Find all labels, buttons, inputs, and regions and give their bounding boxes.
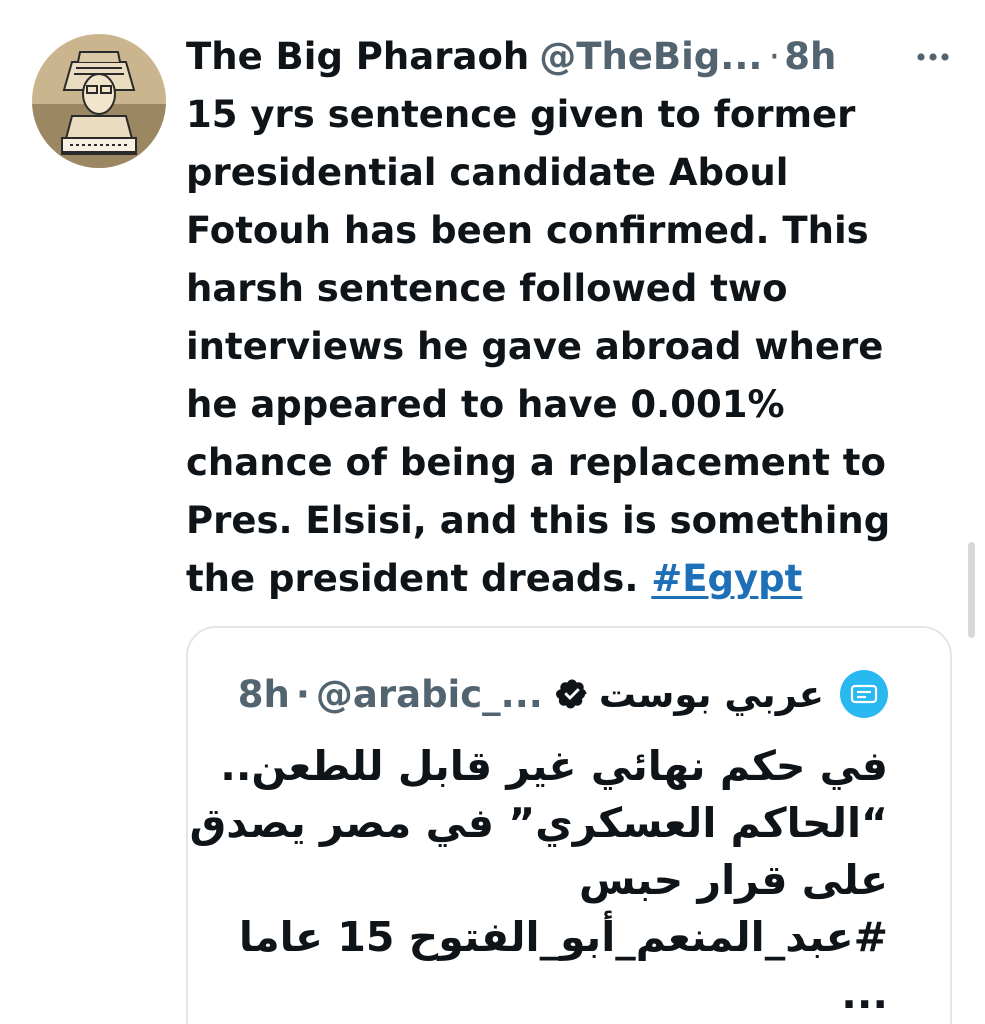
verified-badge-icon — [555, 677, 589, 711]
quoted-author-handle[interactable]: @arabic_... — [316, 673, 543, 716]
quoted-text-line: “الحاكم العسكري” في مصر يصدق — [189, 799, 888, 847]
tweet-text-line: the president dreads. — [186, 557, 639, 600]
quoted-text-line: #عبد_المنعم_أبو_الفتوح 15 عاما — [238, 913, 888, 961]
tweet-timestamp[interactable]: 8h — [784, 30, 836, 84]
tweet-view: The Big Pharaoh @TheBig... · 8h 15 yrs s… — [0, 0, 985, 1024]
separator-dot: · — [295, 672, 310, 716]
quoted-tweet-timestamp[interactable]: 8h — [238, 673, 290, 716]
quoted-text-line: ... — [841, 970, 888, 1018]
tweet-text-line: Fotouh has been confirmed. This — [186, 209, 869, 252]
author-name[interactable]: The Big Pharaoh — [186, 30, 529, 84]
separator-dot: · — [768, 35, 781, 78]
tweet-text-line: Pres. Elsisi, and this is something — [186, 499, 891, 542]
tweet-text-last-line: the president dreads. #Egypt — [186, 550, 916, 608]
quoted-tweet-text: في حكم نهائي غير قابل للطعن.. “الحاكم ال… — [189, 738, 888, 1023]
tweet-text-line: harsh sentence followed two — [186, 267, 788, 310]
author-handle[interactable]: @TheBig... — [539, 30, 762, 84]
author-avatar[interactable] — [32, 34, 166, 168]
tweet-text-line: chance of being a replacement to — [186, 441, 886, 484]
tweet-text-line: 15 yrs sentence given to former — [186, 93, 856, 136]
quoted-text-line: على قرار حبس — [578, 856, 888, 904]
tweet-text: 15 yrs sentence given to former presiden… — [186, 86, 916, 608]
quoted-text-line: في حكم نهائي غير قابل للطعن.. — [220, 742, 888, 790]
tweet-text-line: interviews he gave abroad where — [186, 325, 884, 368]
quoted-author-name[interactable]: عربي بوست — [599, 673, 824, 716]
tweet-text-line: he appeared to have 0.001% — [186, 383, 785, 426]
quoted-tweet-card[interactable]: 8h · @arabic_... عربي بوست في حكم نهائي … — [186, 626, 952, 1024]
hashtag-link[interactable]: #Egypt — [651, 557, 802, 600]
scrollbar-thumb[interactable] — [968, 542, 975, 638]
tweet-header: The Big Pharaoh @TheBig... · 8h — [186, 30, 836, 84]
quoted-tweet-header: 8h · @arabic_... عربي بوست — [238, 664, 888, 724]
pharaoh-avatar-image — [32, 34, 166, 168]
more-horizontal-icon[interactable] — [908, 40, 958, 74]
quoted-author-avatar[interactable] — [840, 670, 888, 718]
arabic-post-logo-icon — [850, 684, 878, 704]
tweet-text-line: presidential candidate Aboul — [186, 151, 789, 194]
